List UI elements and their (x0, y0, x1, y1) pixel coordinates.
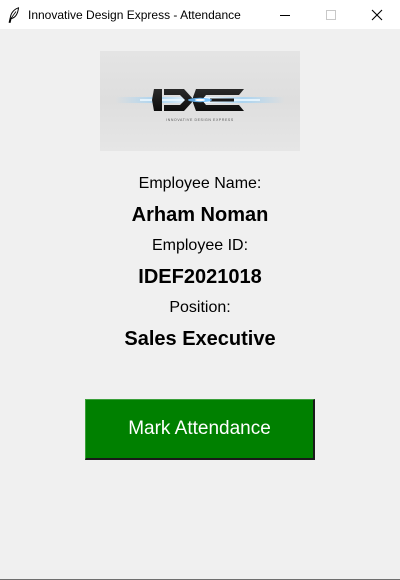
company-logo-graphic (115, 89, 285, 111)
employee-id-label: Employee ID: (151, 237, 249, 254)
mark-attendance-button[interactable]: Mark Attendance (85, 399, 315, 460)
window-title: Innovative Design Express - Attendance (28, 7, 241, 22)
employee-name-label: Employee Name: (138, 175, 262, 192)
mark-attendance-label: Mark Attendance (128, 418, 271, 439)
logo-caption: INNOVATIVE DESIGN EXPRESS (166, 118, 234, 122)
employee-id-value: IDEF2021018 (138, 266, 262, 288)
close-icon[interactable] (354, 0, 400, 29)
feather-icon (0, 0, 28, 29)
window-controls (262, 0, 400, 29)
minimize-icon[interactable] (262, 0, 308, 29)
position-value: Sales Executive (124, 328, 276, 350)
attendance-window: Innovative Design Express - Attendance I… (0, 0, 400, 580)
title-bar[interactable]: Innovative Design Express - Attendance (0, 0, 400, 29)
employee-name-value: Arham Noman (131, 204, 269, 226)
position-label: Position: (169, 299, 231, 316)
maximize-icon[interactable] (308, 0, 354, 29)
company-logo: INNOVATIVE DESIGN EXPRESS (100, 51, 300, 151)
